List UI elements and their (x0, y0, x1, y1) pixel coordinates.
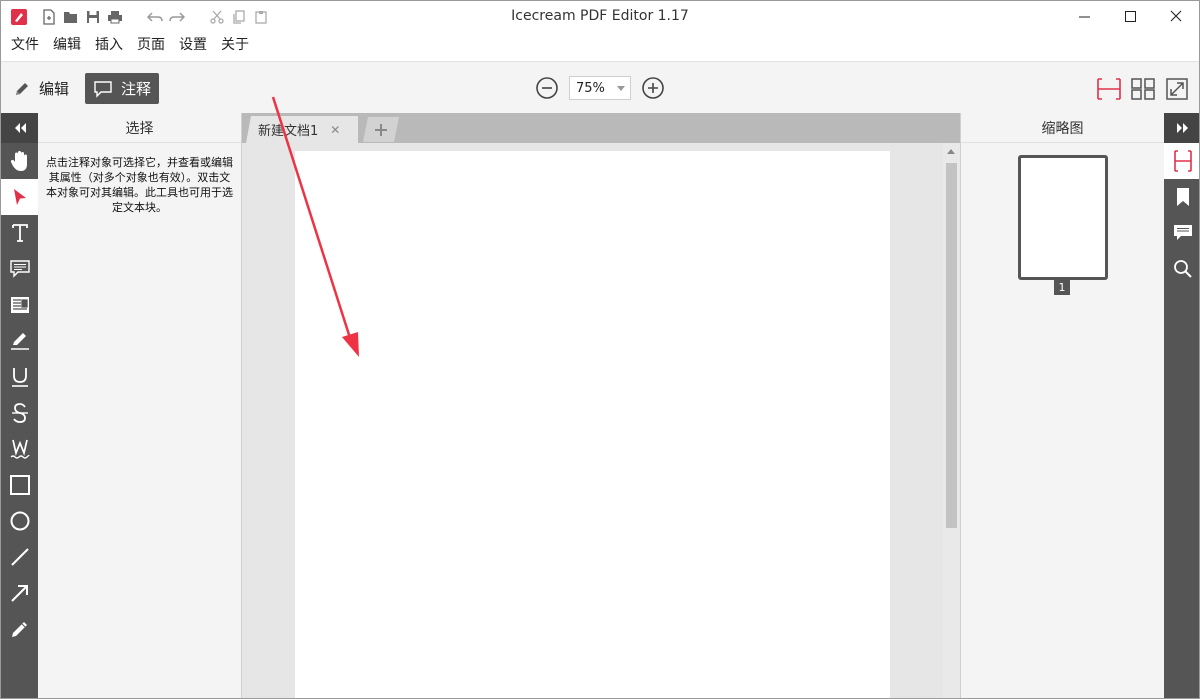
document-tab-label: 新建文档1 (258, 124, 319, 139)
menu-edit[interactable]: 编辑 (46, 33, 88, 59)
underline-icon[interactable] (1, 359, 38, 395)
vertical-scrollbar[interactable] (943, 143, 960, 698)
menu-bar: 文件 编辑 插入 页面 设置 关于 (1, 33, 256, 59)
menu-settings[interactable]: 设置 (172, 33, 214, 59)
plus-icon (375, 124, 387, 136)
page-thumbnail[interactable] (1018, 155, 1108, 280)
fullscreen-icon[interactable] (1163, 76, 1191, 102)
page-number-badge: 1 (1054, 280, 1070, 295)
save-icon[interactable] (83, 7, 103, 27)
edit-mode-button[interactable]: 编辑 (5, 73, 77, 104)
new-file-icon[interactable] (39, 7, 59, 27)
pencil-icon (13, 80, 31, 98)
menu-about[interactable]: 关于 (214, 33, 256, 59)
zoom-controls: 75% (535, 76, 665, 100)
hand-icon[interactable] (1, 143, 38, 179)
zoom-out-icon[interactable] (535, 76, 559, 100)
edit-mode-label: 编辑 (39, 80, 70, 98)
title-bar: Icecream PDF Editor 1.17 (1, 1, 1199, 33)
comments-icon[interactable] (1164, 215, 1199, 251)
zoom-value: 75% (576, 80, 605, 96)
document-tab-strip: 新建文档1 ✕ (242, 113, 960, 143)
multi-page-view-icon[interactable] (1129, 76, 1157, 102)
open-folder-icon[interactable] (61, 7, 81, 27)
zoom-in-icon[interactable] (641, 76, 665, 100)
textbox-icon[interactable] (1, 287, 38, 323)
thumbnails-panel-title: 缩略图 (961, 113, 1164, 143)
squiggly-icon[interactable] (1, 431, 38, 467)
collapse-icon[interactable] (1, 113, 38, 143)
zoom-select[interactable]: 75% (569, 76, 631, 100)
close-icon[interactable] (1153, 1, 1199, 31)
maximize-icon[interactable] (1107, 1, 1153, 31)
annotate-mode-button[interactable]: 注释 (85, 73, 160, 104)
app-window: Icecream PDF Editor 1.17 文件 编辑 插入 页面 设置 … (0, 0, 1200, 699)
app-logo-icon (9, 7, 29, 27)
close-tab-icon[interactable]: ✕ (330, 123, 340, 137)
view-mode-buttons (1089, 76, 1191, 102)
highlight-icon[interactable] (1, 323, 38, 359)
bookmark-icon[interactable] (1164, 179, 1199, 215)
menu-file[interactable]: 文件 (4, 33, 46, 59)
text-icon[interactable] (1, 215, 38, 251)
chevron-down-icon (617, 86, 625, 91)
cut-icon[interactable] (207, 7, 227, 27)
line-icon[interactable] (1, 539, 38, 575)
ellipse-icon[interactable] (1, 503, 38, 539)
properties-panel-title: 选择 (38, 113, 241, 143)
window-controls (1061, 1, 1199, 31)
properties-panel: 选择 点击注释对象可选择它，并查看或编辑其属性（对多个对象也有效）。双击文本对象… (38, 113, 242, 698)
side-panels-rail (1164, 113, 1199, 698)
quick-access-toolbar (9, 7, 273, 27)
search-icon[interactable] (1164, 251, 1199, 287)
paste-icon[interactable] (251, 7, 271, 27)
arrow-icon[interactable] (1, 575, 38, 611)
annotation-tools-rail (1, 113, 38, 698)
copy-icon[interactable] (229, 7, 249, 27)
single-page-view-icon[interactable] (1095, 76, 1123, 102)
comment-bubble-icon (93, 80, 113, 98)
thumbnails-panel: 缩略图 1 (960, 113, 1164, 698)
menu-page[interactable]: 页面 (130, 33, 172, 59)
menu-insert[interactable]: 插入 (88, 33, 130, 59)
main-toolbar: 编辑 注释 75% (1, 61, 1199, 113)
annotate-mode-label: 注释 (121, 80, 152, 98)
pdf-page[interactable] (295, 151, 890, 698)
scrollbar-thumb[interactable] (946, 163, 957, 528)
tool-description: 点击注释对象可选择它，并查看或编辑其属性（对多个对象也有效）。双击文本对象可对其… (46, 156, 233, 214)
select-arrow-icon[interactable] (1, 179, 38, 215)
thumbnails-icon[interactable] (1164, 143, 1199, 179)
add-tab-button[interactable] (363, 117, 399, 142)
rectangle-icon[interactable] (1, 467, 38, 503)
document-tab[interactable]: 新建文档1 ✕ (246, 116, 358, 143)
comment-icon[interactable] (1, 251, 38, 287)
undo-icon[interactable] (145, 7, 165, 27)
strikethrough-icon[interactable] (1, 395, 38, 431)
document-area: 新建文档1 ✕ (242, 113, 960, 698)
redo-icon[interactable] (167, 7, 187, 27)
expand-icon[interactable] (1164, 113, 1199, 143)
pencil-icon[interactable] (1, 611, 38, 647)
minimize-icon[interactable] (1061, 1, 1107, 31)
scroll-up-icon[interactable] (947, 149, 955, 154)
print-icon[interactable] (105, 7, 125, 27)
